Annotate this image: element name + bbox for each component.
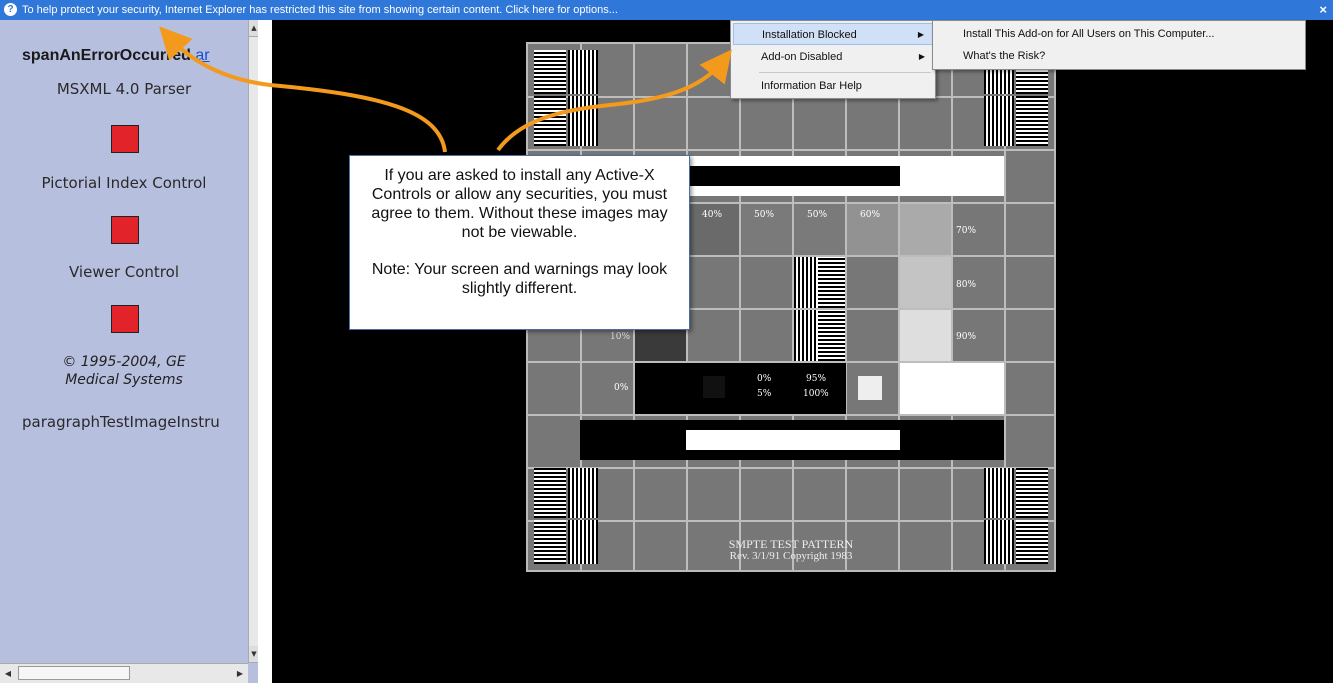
pattern-label: 0% <box>614 383 629 393</box>
menu-item-addon-disabled[interactable]: Add-on Disabled ▶ <box>733 46 933 68</box>
error-link[interactable]: ar <box>195 47 209 64</box>
pattern-label: 70% <box>956 226 977 236</box>
resolution-patch <box>568 468 598 518</box>
information-bar-menu: Installation Blocked ▶ Add-on Disabled ▶… <box>730 20 936 99</box>
resolution-patch <box>1016 96 1048 146</box>
grey-step <box>900 257 951 308</box>
scroll-left-icon[interactable]: ◀ <box>0 664 16 683</box>
pattern-title: SMPTE TEST PATTERN <box>728 537 854 551</box>
instruction-callout: If you are asked to install any Active-X… <box>349 155 690 330</box>
left-pane: spanAnErrorOccurred ar MSXML 4.0 Parser … <box>0 20 259 683</box>
error-title: spanAnErrorOccurred ar <box>22 47 210 65</box>
pattern-label: 50% <box>807 210 828 220</box>
low-contrast-patch <box>703 376 725 398</box>
resolution-patch <box>568 50 598 94</box>
resolution-patch <box>818 310 845 361</box>
instructions-text: paragraphTestImageInstru <box>22 413 220 431</box>
resolution-patch <box>984 468 1014 518</box>
pattern-label: 60% <box>860 210 881 220</box>
status-box-pictorial-index <box>111 216 139 244</box>
close-icon[interactable]: × <box>1319 0 1327 20</box>
pattern-label: 0% <box>757 374 772 384</box>
help-question-icon: ? <box>4 3 17 16</box>
resolution-patch <box>534 96 566 146</box>
pattern-label: 10% <box>610 332 631 342</box>
menu-item-label: What's the Risk? <box>963 50 1046 62</box>
left-pane-content: spanAnErrorOccurred ar MSXML 4.0 Parser … <box>0 20 248 663</box>
installation-blocked-submenu: Install This Add-on for All Users on Thi… <box>932 20 1306 70</box>
resolution-patch <box>534 468 566 518</box>
grid-line <box>528 414 1054 416</box>
status-box-msxml <box>111 125 139 153</box>
menu-item-label: Information Bar Help <box>761 80 862 92</box>
pattern-label: 100% <box>956 383 982 393</box>
information-bar[interactable]: ? To help protect your security, Interne… <box>0 0 1333 20</box>
control-label-pictorial-index: Pictorial Index Control <box>41 174 207 192</box>
grid-line <box>739 44 741 570</box>
callout-text: If you are asked to install any Active-X… <box>371 167 668 241</box>
resolution-patch <box>794 310 818 361</box>
submenu-arrow-icon: ▶ <box>917 30 924 39</box>
error-title-text: spanAnErrorOccurred <box>22 47 191 64</box>
scrollbar-thumb[interactable] <box>18 666 130 680</box>
pattern-label: 80% <box>956 280 977 290</box>
pattern-label: 5% <box>757 389 772 399</box>
menu-separator <box>759 72 931 73</box>
menu-item-information-bar-help[interactable]: Information Bar Help <box>733 75 933 97</box>
menu-item-whats-the-risk[interactable]: What's the Risk? <box>935 45 1303 67</box>
menu-item-install-addon-all-users[interactable]: Install This Add-on for All Users on Thi… <box>935 23 1303 45</box>
pane-divider[interactable] <box>258 20 272 683</box>
resolution-patch <box>568 96 598 146</box>
pattern-label: 95% <box>806 374 827 384</box>
vertical-scrollbar[interactable]: ▲ ▼ <box>248 20 259 663</box>
grey-step <box>900 310 951 361</box>
pattern-label: 100% <box>803 389 829 399</box>
grid-line <box>845 44 847 570</box>
resolution-patch <box>794 257 818 308</box>
grid-line <box>528 467 1054 469</box>
resolution-patch <box>1016 468 1048 518</box>
copyright-line-2: Medical Systems <box>65 372 183 388</box>
grid-line <box>528 520 1054 522</box>
control-label-msxml: MSXML 4.0 Parser <box>56 80 192 98</box>
copyright: © 1995-2004, GE Medical Systems <box>0 353 248 389</box>
pattern-label: 50% <box>754 210 775 220</box>
menu-item-installation-blocked[interactable]: Installation Blocked ▶ <box>733 23 933 45</box>
white-bar <box>686 430 900 450</box>
copyright-line-1: © 1995-2004, GE <box>62 354 186 370</box>
pattern-label: 40% <box>702 210 723 220</box>
status-box-viewer <box>111 305 139 333</box>
resolution-patch <box>534 50 566 94</box>
horizontal-scrollbar[interactable]: ◀ ▶ <box>0 663 248 683</box>
grey-step <box>900 363 1004 414</box>
resolution-patch <box>984 96 1014 146</box>
grid-line <box>951 44 953 570</box>
resolution-patch <box>818 257 845 308</box>
menu-item-label: Add-on Disabled <box>761 51 843 63</box>
high-contrast-patch <box>858 376 882 400</box>
submenu-arrow-icon: ▶ <box>918 52 925 61</box>
information-bar-message[interactable]: To help protect your security, Internet … <box>22 4 618 16</box>
menu-item-label: Install This Add-on for All Users on Thi… <box>963 28 1215 40</box>
callout-note: Note: Your screen and warnings may look … <box>371 261 668 297</box>
grey-step <box>900 204 951 255</box>
menu-item-label: Installation Blocked <box>762 29 857 41</box>
grid-line <box>528 149 1054 151</box>
scroll-right-icon[interactable]: ▶ <box>232 664 248 683</box>
pattern-label: 90% <box>956 332 977 342</box>
black-bar <box>688 166 900 186</box>
pattern-subtitle: Rev. 3/1/91 Copyright 1983 <box>729 550 853 562</box>
control-label-viewer: Viewer Control <box>69 263 179 281</box>
